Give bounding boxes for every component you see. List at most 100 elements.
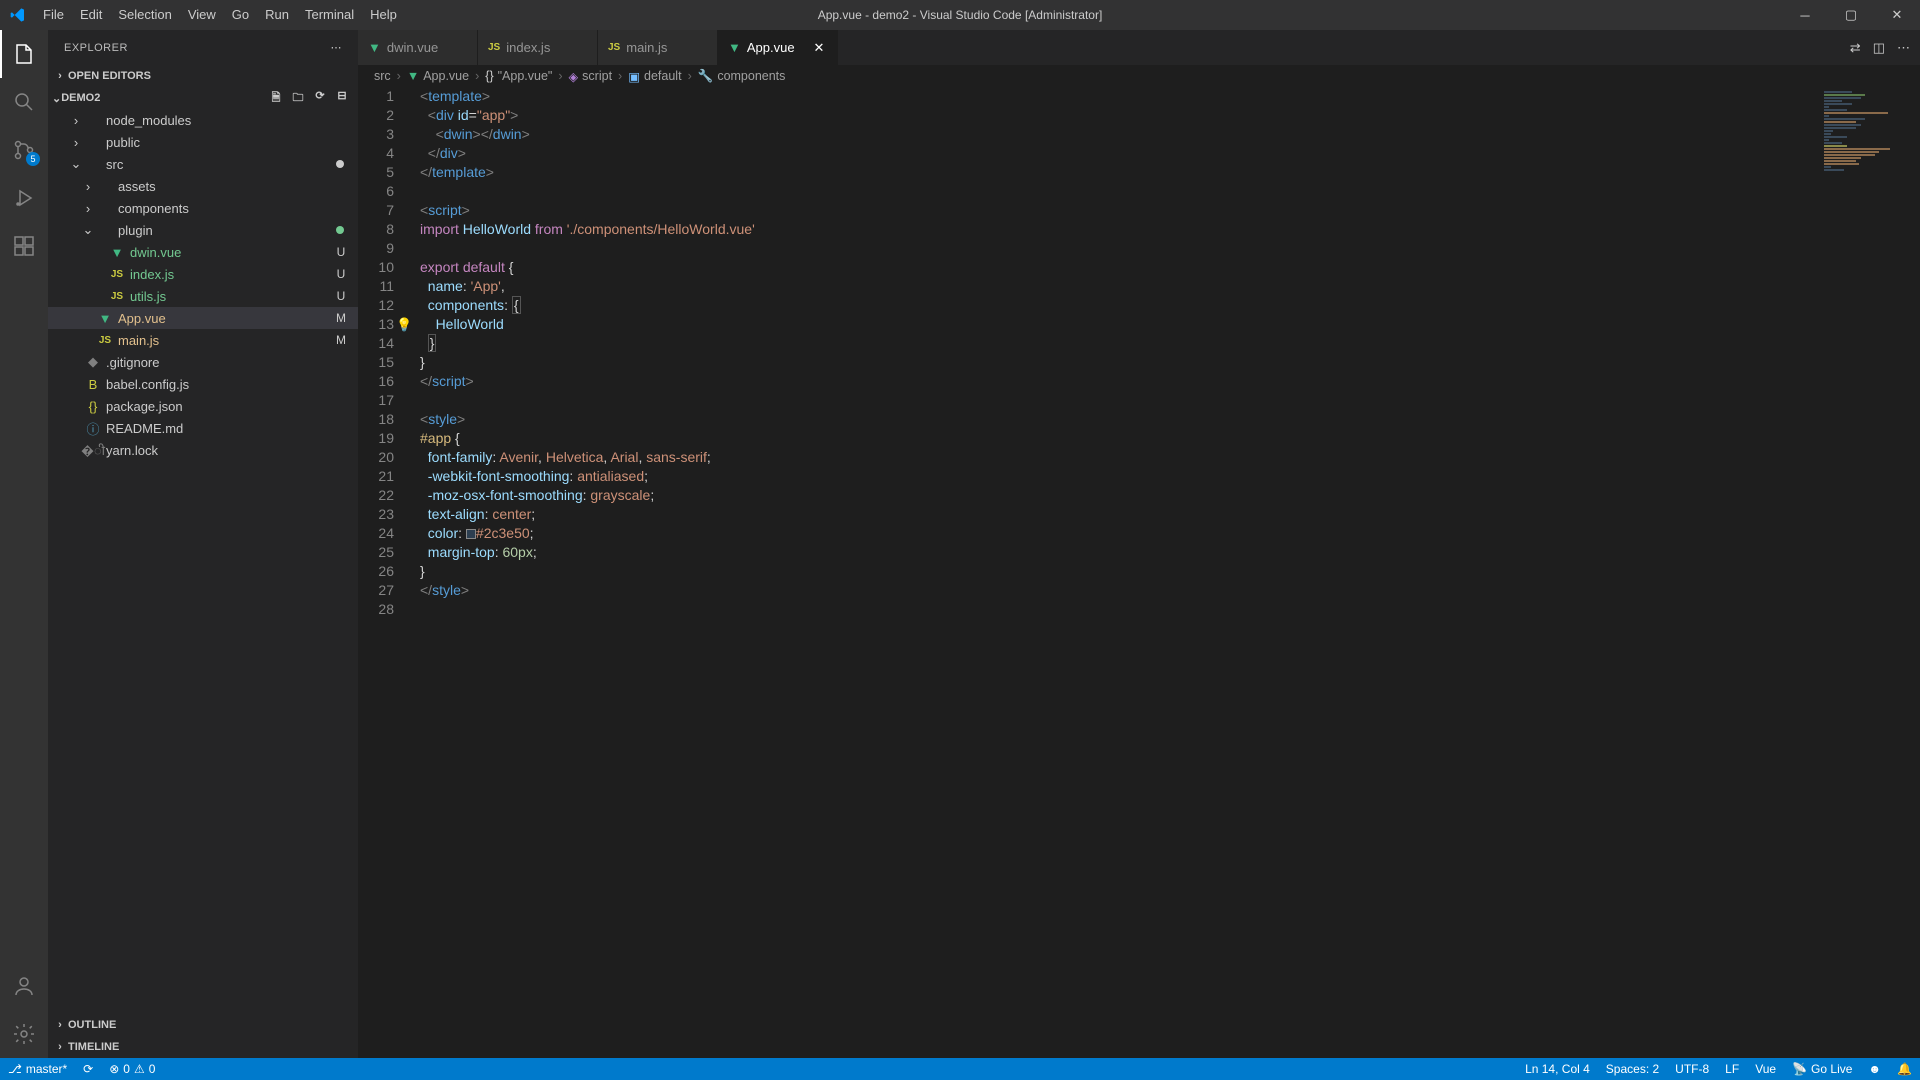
vscode-logo-icon xyxy=(0,7,35,23)
dirty-dot-icon xyxy=(336,160,344,168)
activity-accounts[interactable] xyxy=(0,962,48,1010)
bell-icon: 🔔 xyxy=(1897,1062,1912,1076)
tree-item-label: yarn.lock xyxy=(106,443,348,458)
minimize-button[interactable]: ─ xyxy=(1782,0,1828,30)
minimap[interactable] xyxy=(1820,87,1920,1058)
crumb-file[interactable]: ▼App.vue xyxy=(407,69,469,83)
status-cursor[interactable]: Ln 14, Col 4 xyxy=(1517,1058,1598,1080)
menu-terminal[interactable]: Terminal xyxy=(297,0,362,30)
activity-settings[interactable] xyxy=(0,1010,48,1058)
tree-file-package.json[interactable]: {}package.json xyxy=(48,395,358,417)
line-number: 17 xyxy=(358,391,394,410)
tree-file-main.js[interactable]: JSmain.jsM xyxy=(48,329,358,351)
editor-body[interactable]: 1234567891011121314151617181920212223242… xyxy=(358,87,1920,1058)
tree-folder-plugin[interactable]: ⌄plugin xyxy=(48,219,358,241)
tree-item-label: package.json xyxy=(106,399,348,414)
refresh-icon[interactable]: ⟳ xyxy=(310,89,330,108)
symbol-icon: 🔧 xyxy=(698,69,714,84)
status-notifications[interactable]: 🔔 xyxy=(1889,1058,1920,1080)
tree-item-label: assets xyxy=(118,179,348,194)
activity-extensions[interactable] xyxy=(0,222,48,270)
tab-dwin.vue[interactable]: ▼dwin.vue✕ xyxy=(358,30,478,65)
activity-explorer[interactable] xyxy=(0,30,48,78)
tree-item-label: components xyxy=(118,201,348,216)
menu-view[interactable]: View xyxy=(180,0,224,30)
activity-scm[interactable]: 5 xyxy=(0,126,48,174)
menu-go[interactable]: Go xyxy=(224,0,257,30)
line-number: 2 xyxy=(358,106,394,125)
menu-edit[interactable]: Edit xyxy=(72,0,110,30)
collapse-all-icon[interactable]: ⊟ xyxy=(332,89,352,108)
split-editor-icon[interactable]: ◫ xyxy=(1873,40,1885,56)
window-title: App.vue - demo2 - Visual Studio Code [Ad… xyxy=(818,8,1103,22)
tab-index.js[interactable]: JSindex.js✕ xyxy=(478,30,598,65)
project-header[interactable]: ⌄ DEMO2 🗎 🗀 ⟳ ⊟ xyxy=(48,87,358,109)
tree-file-index.js[interactable]: JSindex.jsU xyxy=(48,263,358,285)
tree-file-utils.js[interactable]: JSutils.jsU xyxy=(48,285,358,307)
new-file-icon[interactable]: 🗎 xyxy=(266,89,286,108)
scm-badge: 5 xyxy=(26,152,40,166)
close-button[interactable]: ✕ xyxy=(1874,0,1920,30)
crumb-components[interactable]: 🔧components xyxy=(698,69,786,84)
chevron-right-icon: › xyxy=(395,69,403,83)
tree-folder-src[interactable]: ⌄src xyxy=(48,153,358,175)
close-tab-icon[interactable]: ✕ xyxy=(811,40,827,56)
branch-icon: ⎇ xyxy=(8,1062,22,1076)
tree-folder-node_modules[interactable]: ›node_modules xyxy=(48,109,358,131)
section-open-editors[interactable]: › OPEN EDITORS xyxy=(48,65,358,87)
status-eol[interactable]: LF xyxy=(1717,1058,1747,1080)
dirty-dot-icon xyxy=(336,226,344,234)
tree-folder-assets[interactable]: ›assets xyxy=(48,175,358,197)
crumb-src[interactable]: src xyxy=(374,69,391,83)
tree-file-App.vue[interactable]: ▼App.vueM xyxy=(48,307,358,329)
menu-run[interactable]: Run xyxy=(257,0,297,30)
sidebar-more-icon[interactable]: ⋯ xyxy=(331,41,343,54)
line-number: 24 xyxy=(358,524,394,543)
status-language[interactable]: Vue xyxy=(1747,1058,1784,1080)
error-icon: ⊗ xyxy=(109,1062,119,1076)
tree-folder-components[interactable]: ›components xyxy=(48,197,358,219)
breadcrumbs[interactable]: src › ▼App.vue › {}"App.vue" › ◈script ›… xyxy=(358,65,1920,87)
tree-file-.gitignore[interactable]: ◆.gitignore xyxy=(48,351,358,373)
code-content[interactable]: <template> <div id="app"> <dwin></dwin> … xyxy=(412,87,1820,1058)
vue-icon: ▼ xyxy=(728,40,741,55)
tab-main.js[interactable]: JSmain.js✕ xyxy=(598,30,718,65)
crumb-default[interactable]: ▣default xyxy=(628,69,681,84)
line-number: 28 xyxy=(358,600,394,619)
section-outline[interactable]: › OUTLINE xyxy=(48,1014,358,1036)
crumb-root[interactable]: {}"App.vue" xyxy=(485,69,552,83)
status-branch[interactable]: ⎇ master* xyxy=(0,1058,75,1080)
status-sync[interactable]: ⟳ xyxy=(75,1058,101,1080)
line-number: 5 xyxy=(358,163,394,182)
chevron-right-icon: › xyxy=(52,1019,68,1031)
menu-help[interactable]: Help xyxy=(362,0,405,30)
crumb-script[interactable]: ◈script xyxy=(569,69,613,84)
status-problems[interactable]: ⊗0 ⚠0 xyxy=(101,1058,163,1080)
activity-search[interactable] xyxy=(0,78,48,126)
section-timeline[interactable]: › TIMELINE xyxy=(48,1036,358,1058)
vue-icon: ▼ xyxy=(368,40,381,55)
tree-file-yarn.lock[interactable]: �ीyarn.lock xyxy=(48,439,358,461)
maximize-button[interactable]: ▢ xyxy=(1828,0,1874,30)
tree-folder-public[interactable]: ›public xyxy=(48,131,358,153)
status-indent[interactable]: Spaces: 2 xyxy=(1598,1058,1667,1080)
status-encoding[interactable]: UTF-8 xyxy=(1667,1058,1717,1080)
tree-file-README.md[interactable]: ⓘREADME.md xyxy=(48,417,358,439)
status-feedback[interactable]: ☻ xyxy=(1860,1058,1889,1080)
activity-debug[interactable] xyxy=(0,174,48,222)
tab-App.vue[interactable]: ▼App.vue✕ xyxy=(718,30,838,65)
line-number: 1 xyxy=(358,87,394,106)
more-actions-icon[interactable]: ⋯ xyxy=(1897,40,1910,56)
compare-changes-icon[interactable]: ⇄ xyxy=(1850,40,1861,56)
tree-file-dwin.vue[interactable]: ▼dwin.vueU xyxy=(48,241,358,263)
git-status: U xyxy=(334,289,348,303)
statusbar: ⎇ master* ⟳ ⊗0 ⚠0 Ln 14, Col 4 Spaces: 2… xyxy=(0,1058,1920,1080)
new-folder-icon[interactable]: 🗀 xyxy=(288,89,308,108)
status-golive[interactable]: 📡 Go Live xyxy=(1784,1058,1860,1080)
tree-file-babel.config.js[interactable]: Bbabel.config.js xyxy=(48,373,358,395)
chevron-right-icon: › xyxy=(556,69,564,83)
line-number: 23 xyxy=(358,505,394,524)
menu-file[interactable]: File xyxy=(35,0,72,30)
lightbulb-icon[interactable]: 💡 xyxy=(396,315,412,334)
menu-selection[interactable]: Selection xyxy=(110,0,179,30)
